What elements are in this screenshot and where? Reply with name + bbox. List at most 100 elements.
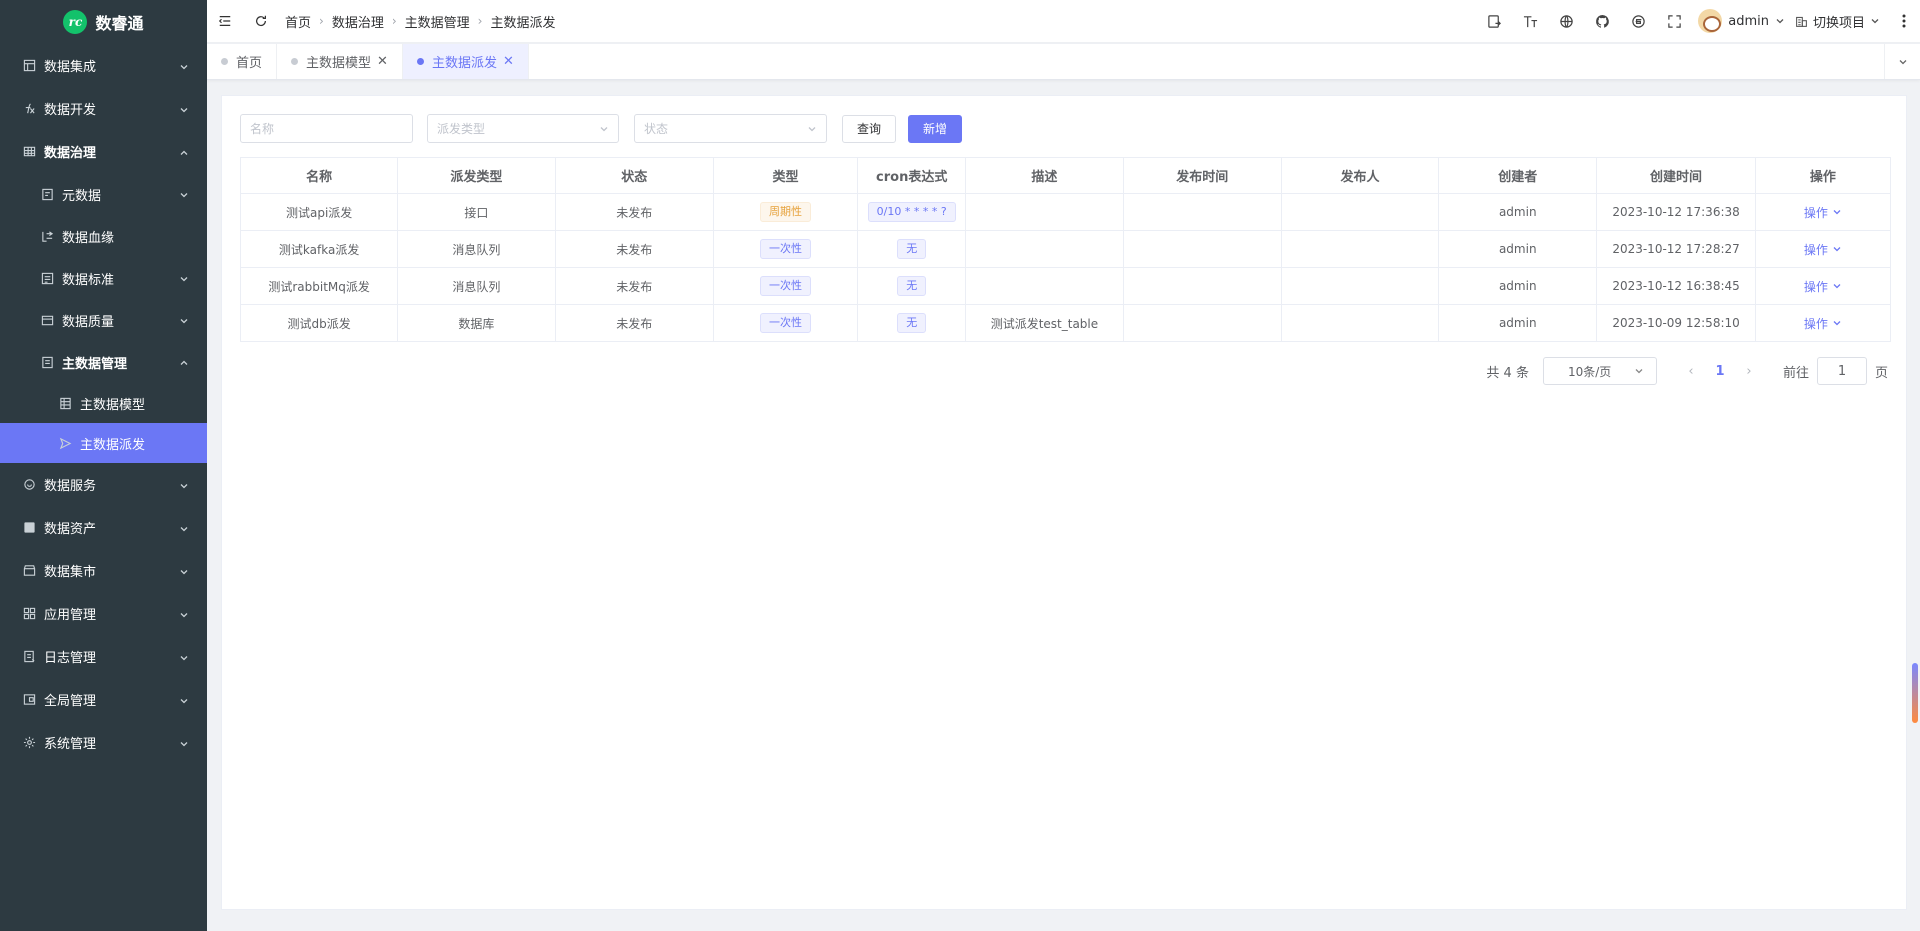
cell-actions: 操作	[1754, 304, 1892, 342]
sidebar-item[interactable]: 应用管理	[0, 592, 207, 635]
sidebar-item-label: 数据开发	[44, 103, 97, 118]
table-row: 测试db派发 数据库 未发布 一次性 无 测试派发test_table admin 2023-…	[239, 304, 1892, 342]
font-size-button[interactable]	[1512, 0, 1548, 43]
more-vertical-icon	[1902, 14, 1906, 28]
settings-icon	[23, 736, 36, 749]
dist-type-select[interactable]: 派发类型	[427, 114, 619, 143]
sidebar-item-label: 数据服务	[44, 479, 97, 494]
add-button[interactable]: 新增	[908, 114, 962, 143]
table-row: 测试rabbitMq派发 消息队列 未发布 一次性 无 admin 2023-10-12 1…	[239, 267, 1892, 305]
market-icon	[23, 564, 36, 577]
breadcrumb: 首页 › 数据治理 › 主数据管理 › 主数据派发	[285, 12, 556, 31]
type-tag: 一次性	[759, 276, 811, 296]
query-button[interactable]: 查询	[842, 114, 896, 143]
sidebar-item[interactable]: 数据质量	[0, 299, 207, 341]
user-menu[interactable]: admin	[1698, 9, 1785, 33]
breadcrumb-item[interactable]: 首页	[285, 12, 311, 31]
chevron-down-icon	[1833, 210, 1841, 215]
sidebar-item[interactable]: 数据服务	[0, 463, 207, 506]
switch-project-menu[interactable]: 切换项目	[1795, 12, 1880, 31]
cell-creator: admin	[1438, 304, 1598, 342]
export-button[interactable]	[1476, 0, 1512, 43]
next-page-button[interactable]: ›	[1735, 364, 1763, 379]
sidebar-item[interactable]: 日志管理	[0, 635, 207, 678]
cell-creator: admin	[1438, 230, 1598, 268]
image-export-icon	[1488, 14, 1501, 28]
row-action-dropdown[interactable]: 操作	[1804, 278, 1842, 295]
column-header: 发布人	[1280, 157, 1440, 194]
status-select[interactable]: 状态	[634, 114, 827, 143]
page-size-select[interactable]: 10条/页	[1542, 357, 1657, 385]
chevron-down-icon	[1899, 59, 1906, 64]
row-action-dropdown[interactable]: 操作	[1804, 241, 1842, 258]
close-icon[interactable]: ✕	[377, 54, 388, 69]
tab[interactable]: 首页	[207, 44, 278, 79]
goto-page-input[interactable]: 1	[1816, 357, 1867, 385]
tab[interactable]: 主数据模型 ✕	[277, 44, 403, 79]
sidebar-item[interactable]: 数据集市	[0, 549, 207, 592]
menu-fold-icon	[218, 16, 231, 26]
github-button[interactable]	[1584, 0, 1620, 43]
row-action-dropdown[interactable]: 操作	[1804, 315, 1842, 332]
sidebar-item-label: 数据集市	[44, 565, 97, 580]
pagination: 共 4 条 10条/页 ‹ 1 › 前往 1 页	[1486, 357, 1888, 385]
cell-pub-time	[1122, 304, 1282, 342]
more-button[interactable]	[1894, 14, 1914, 28]
cron-tag: 无	[897, 239, 927, 259]
row-action-dropdown[interactable]: 操作	[1804, 204, 1842, 221]
collapse-menu-button[interactable]	[207, 0, 243, 43]
tab[interactable]: 主数据派发 ✕	[402, 44, 529, 79]
chevron-down-icon	[179, 609, 189, 619]
sidebar-item-label: 系统管理	[44, 737, 97, 752]
sidebar-item[interactable]: 数据治理	[0, 130, 207, 173]
page-number-current[interactable]: 1	[1705, 364, 1735, 379]
chevron-down-icon	[600, 127, 608, 132]
floating-scroll-indicator[interactable]	[1912, 663, 1918, 723]
sidebar-item[interactable]: 数据资产	[0, 506, 207, 549]
cell-publisher	[1280, 230, 1440, 268]
quality-icon	[41, 314, 54, 327]
goto-page: 前往 1 页	[1783, 357, 1888, 385]
sidebar-item[interactable]: 主数据派发	[0, 423, 207, 463]
sidebar-item[interactable]: 数据开发	[0, 87, 207, 130]
column-header: 状态	[554, 157, 714, 194]
fullscreen-button[interactable]	[1656, 0, 1692, 43]
sidebar-item[interactable]: 元数据	[0, 173, 207, 215]
chevron-down-icon	[179, 189, 189, 199]
gitee-button[interactable]	[1620, 0, 1656, 43]
column-header: cron表达式	[857, 157, 967, 194]
cell-dist-type: 数据库	[397, 304, 556, 342]
sidebar-item[interactable]: 全局管理	[0, 678, 207, 721]
language-button[interactable]	[1548, 0, 1584, 43]
sidebar-item[interactable]: 系统管理	[0, 721, 207, 764]
cell-created: 2023-10-12 17:28:27	[1596, 230, 1756, 268]
chevron-down-icon	[179, 652, 189, 662]
table-header-row: 名称 派发类型 状态 类型 cron表达式 描述 发布时间 发布人 创建者 创建时间 操作	[239, 157, 1892, 194]
sidebar-item[interactable]: 数据标准	[0, 257, 207, 299]
chevron-down-icon	[1871, 19, 1879, 24]
globe-icon	[1560, 14, 1573, 28]
cell-actions: 操作	[1754, 267, 1892, 305]
sidebar-item[interactable]: 数据血缘	[0, 215, 207, 257]
sidebar-item[interactable]: 数据集成	[0, 44, 207, 87]
fullscreen-icon	[1668, 14, 1681, 28]
chevron-down-icon	[1833, 321, 1841, 326]
sidebar-item[interactable]: 主数据管理	[0, 341, 207, 383]
cell-name: 测试api派发	[239, 193, 399, 231]
close-icon[interactable]: ✕	[503, 54, 514, 69]
prev-page-button[interactable]: ‹	[1677, 364, 1705, 379]
github-icon	[1595, 14, 1609, 28]
tab-dot-icon	[221, 58, 228, 65]
sidebar-item[interactable]: 主数据模型	[0, 383, 207, 423]
app-logo[interactable]: rc 数睿通	[0, 0, 207, 44]
name-input[interactable]: 名称	[240, 114, 413, 143]
metadata-icon	[41, 188, 54, 201]
refresh-button[interactable]	[243, 0, 279, 43]
breadcrumb-item[interactable]: 数据治理	[332, 12, 384, 31]
switch-project-label: 切换项目	[1812, 15, 1865, 31]
cell-publisher	[1280, 267, 1440, 305]
breadcrumb-item[interactable]: 主数据管理	[405, 12, 470, 31]
breadcrumb-separator-icon: ›	[477, 14, 483, 28]
tabs-dropdown-button[interactable]	[1884, 44, 1920, 79]
cell-dist-type: 消息队列	[397, 267, 556, 305]
